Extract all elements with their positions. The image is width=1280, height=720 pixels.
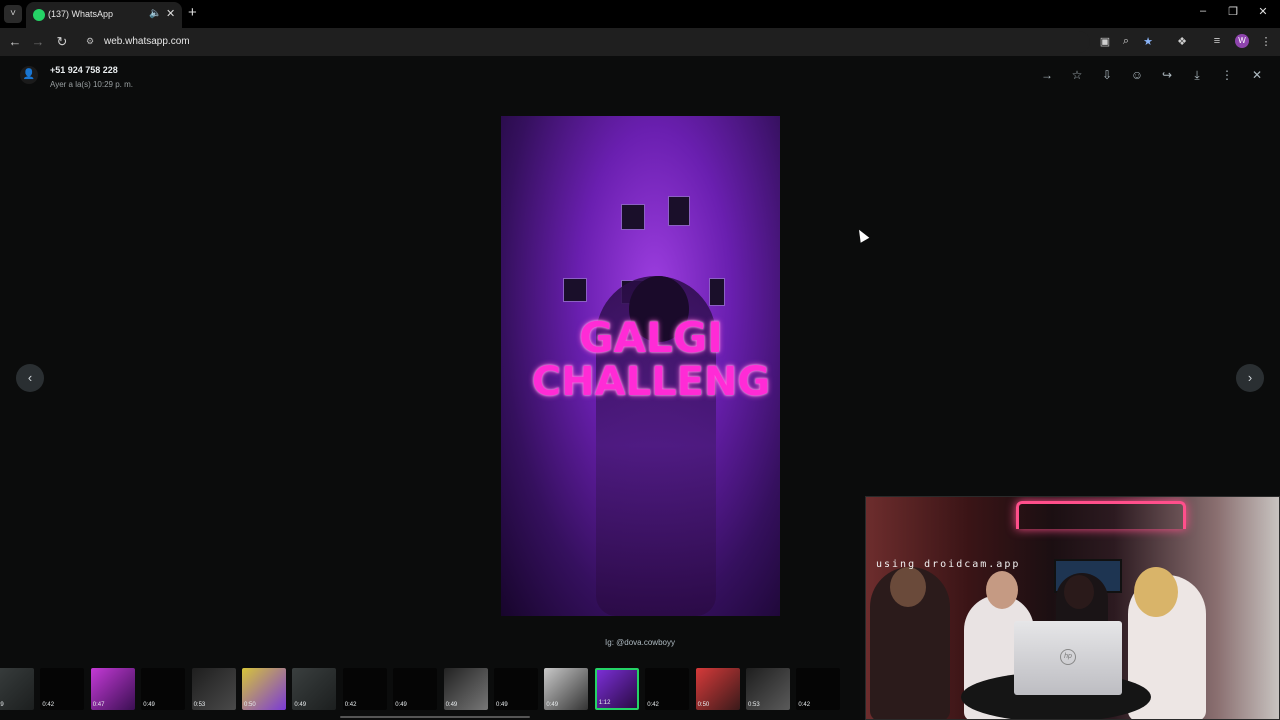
person-head [1064,575,1094,609]
video-player[interactable]: GALGI CHALLENG [501,116,780,616]
minimize-button[interactable]: – [1193,5,1213,17]
tab-audio-icon[interactable]: 🔈 [149,8,161,19]
close-viewer-icon[interactable]: ✕ [1249,68,1265,82]
person-head [1134,567,1178,617]
media-controls-icon[interactable]: ≡ [1210,35,1224,47]
extensions-icon[interactable]: ❖ [1175,35,1189,48]
thumbnail-duration: 0:49 [395,702,407,708]
media-thumbnail[interactable]: 0:49 [0,668,34,710]
previous-media-button[interactable]: ‹ [16,364,44,392]
tab-close-icon[interactable]: ✕ [166,7,175,20]
media-thumbnail[interactable]: 0:49 [494,668,538,710]
thumbnail-duration: 1:12 [598,700,611,706]
person-head [890,567,926,607]
thumbnail-duration: 0:50 [244,702,256,708]
thumbnail-duration: 0:49 [496,702,508,708]
thumbnail-duration: 0:53 [193,702,206,708]
pin-icon[interactable]: ⇩ [1099,68,1115,82]
thumbnail-duration: 0:42 [798,702,811,708]
thumbnail-duration: 0:42 [344,702,357,708]
browser-tab-bar: ˅ (137) WhatsApp 🔈 ✕ + – ❐ ✕ [0,0,1280,28]
video-overlay-line2: CHALLENG [531,359,771,405]
media-thumbnail[interactable]: 0:42 [796,668,841,710]
zoom-icon[interactable]: ⌕ [1119,35,1133,48]
media-thumbnail[interactable]: 0:50 [242,668,286,710]
site-info-icon[interactable]: ⚙ [86,36,94,47]
wall-poster [563,278,587,302]
message-timestamp: Ayer a la(s) 10:29 p. m. [50,80,133,89]
video-overlay-line1: GALGI [579,313,723,362]
media-thumbnail[interactable]: 1:12 [594,668,639,710]
media-thumbnail[interactable]: 0:50 [695,668,740,710]
whatsapp-favicon-icon [33,9,45,21]
screen-share-icon[interactable]: ▣ [1098,35,1112,48]
more-options-icon[interactable]: ⋮ [1219,68,1235,82]
neon-light [1016,501,1186,529]
contact-name[interactable]: +51 924 758 228 [50,65,118,75]
thumbnail-duration: 0:49 [294,702,307,708]
bookmark-star-icon[interactable]: ★ [1141,35,1155,48]
next-media-button[interactable]: › [1236,364,1264,392]
media-thumbnail[interactable]: 0:47 [90,668,135,710]
restore-button[interactable]: ❐ [1223,5,1243,18]
media-thumbnail[interactable]: 0:42 [40,668,85,710]
thumbnail-duration: 0:49 [546,702,559,708]
new-tab-button[interactable]: + [188,4,197,21]
wall-poster [709,278,725,306]
wall-poster [621,204,645,230]
star-message-icon[interactable]: ☆ [1069,68,1085,82]
tab-title: (137) WhatsApp [48,9,114,19]
url-text[interactable]: web.whatsapp.com [104,36,190,47]
media-thumbnail[interactable]: 0:49 [292,668,337,710]
thumbnail-duration: 0:42 [647,702,659,708]
go-to-message-icon[interactable]: → [1039,68,1055,82]
video-overlay-title: GALGI CHALLENG [511,313,780,405]
media-thumbnail[interactable]: 0:49 [141,668,186,710]
media-thumbnail[interactable]: 0:49 [443,668,488,710]
forward-icon[interactable]: ↪ [1159,68,1175,82]
droidcam-watermark: using droidcam.app [876,559,1021,570]
address-bar[interactable]: ⚙ web.whatsapp.com [80,31,1090,53]
reload-button[interactable]: ↻ [54,34,70,50]
media-thumbnail[interactable]: 0:49 [544,668,589,710]
thumbnail-duration: 0:47 [92,702,105,708]
hp-logo-icon: hp [1060,649,1076,665]
download-icon[interactable]: ⤓ [1189,68,1205,83]
thumbnail-duration: 0:42 [42,702,55,708]
media-thumbnail[interactable]: 0:42 [645,668,690,710]
laptop: hp [1014,621,1122,695]
tab-search-button[interactable]: ˅ [4,5,22,23]
thumbnail-duration: 0:49 [0,702,4,708]
media-thumbnail[interactable]: 0:49 [393,668,438,710]
person-head [986,571,1018,609]
wall-poster [668,196,690,226]
back-button[interactable]: ← [7,34,23,49]
thumbnail-duration: 0:49 [445,702,458,708]
thumbnail-duration: 0:50 [697,702,710,708]
react-emoji-icon[interactable]: ☺ [1129,68,1145,82]
media-thumbnail[interactable]: 0:53 [191,668,236,710]
thumbnail-scrollbar[interactable] [340,716,530,718]
window-close-button[interactable]: ✕ [1253,5,1273,18]
thumbnail-duration: 0:53 [748,702,760,708]
contact-avatar-icon[interactable]: 👤 [20,66,38,84]
thumbnail-duration: 0:49 [143,702,155,708]
forward-button[interactable]: → [30,34,46,49]
media-thumbnail[interactable]: 0:53 [746,668,790,710]
media-thumbnail[interactable]: 0:42 [342,668,387,710]
tab-whatsapp[interactable]: (137) WhatsApp 🔈 ✕ [26,2,182,28]
webcam-overlay: hp using droidcam.app [865,496,1280,720]
profile-avatar[interactable]: W [1235,34,1249,48]
browser-toolbar: ← → ↻ ⚙ web.whatsapp.com ▣ ⌕ ★ ❖ ≡ W ⋮ [0,28,1280,56]
browser-menu-icon[interactable]: ⋮ [1259,35,1273,48]
